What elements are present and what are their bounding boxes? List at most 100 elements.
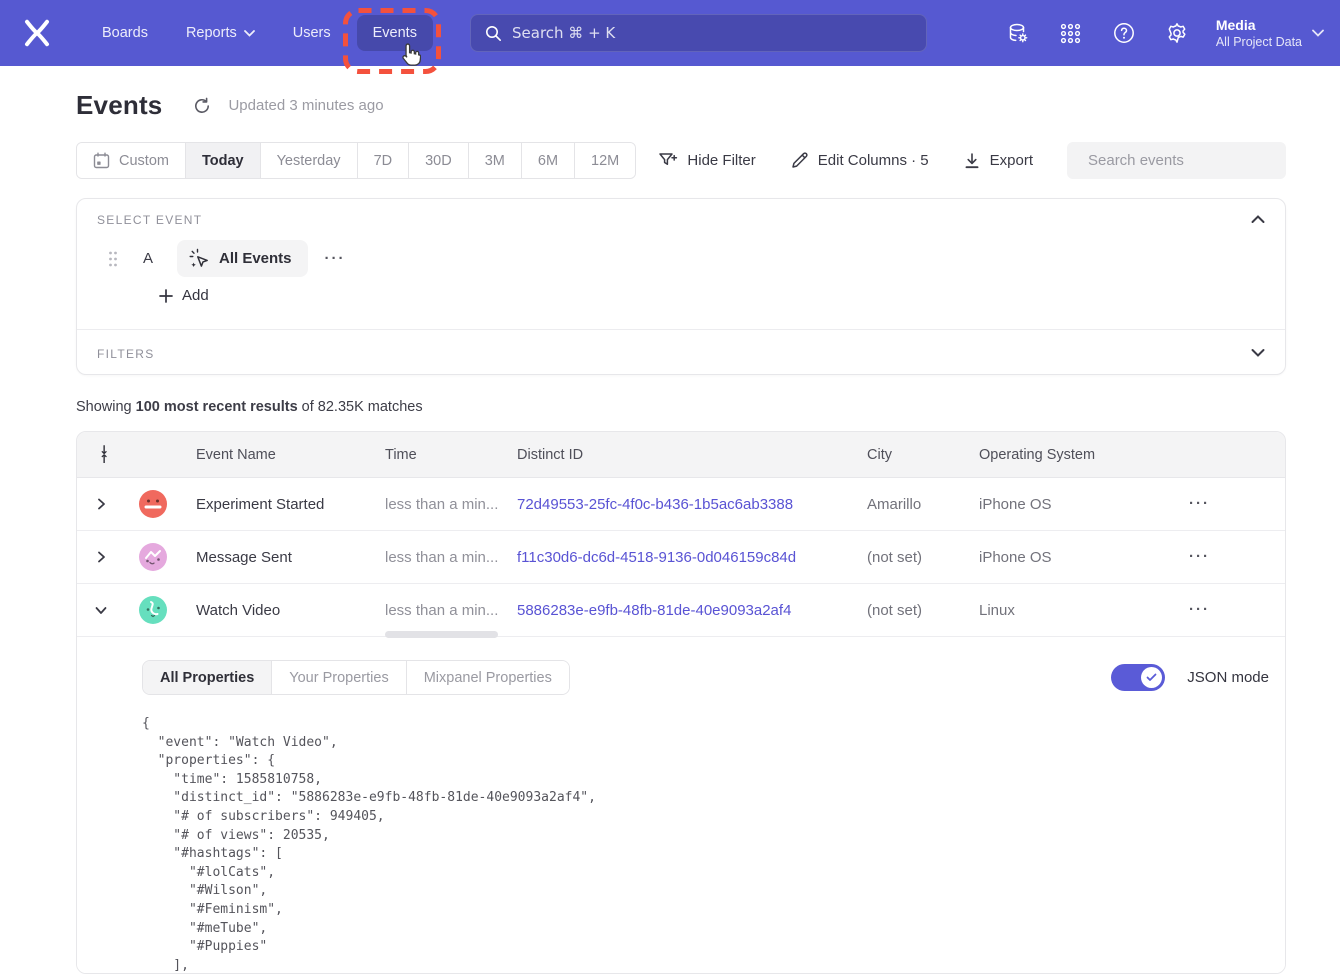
- table-row[interactable]: Experiment Started less than a min... 72…: [77, 478, 1285, 531]
- mixpanel-logo[interactable]: [22, 18, 52, 48]
- nav-item-boards[interactable]: Boards: [90, 15, 160, 51]
- distinct-id-link[interactable]: 5886283e-e9fb-48fb-81de-40e9093a2af4: [517, 602, 791, 619]
- time-cell: less than a min...: [371, 602, 501, 619]
- search-events-input[interactable]: [1088, 152, 1287, 169]
- page-header: Events Updated 3 minutes ago: [76, 90, 384, 121]
- table-row[interactable]: Message Sent less than a min... f11c30d6…: [77, 531, 1285, 584]
- toolbar: Custom Today Yesterday 7D 30D 3M 6M 12M …: [76, 142, 1286, 179]
- col-event-name: Event Name: [181, 447, 371, 463]
- filters-label: FILTERS: [97, 347, 155, 361]
- help-button[interactable]: [1112, 21, 1136, 45]
- distinct-id-link[interactable]: f11c30d6-dc6d-4518-9136-0d046159c84d: [517, 549, 796, 566]
- json-line: "#Feminism",: [142, 901, 596, 920]
- apps-grid-icon: [1059, 22, 1082, 45]
- chevron-right-icon: [95, 551, 107, 563]
- hide-filter-button[interactable]: Hide Filter: [658, 151, 755, 170]
- arrow-up-glyph: ↑: [99, 455, 125, 464]
- expand-row-button[interactable]: [77, 498, 125, 510]
- drag-handle-icon[interactable]: [107, 250, 119, 268]
- city-cell: (not set): [851, 549, 963, 566]
- collapse-expand-all-button[interactable]: ↓ ↑: [77, 446, 125, 464]
- col-distinct-id: Distinct ID: [501, 447, 851, 463]
- horizontal-scrollbar[interactable]: [385, 631, 498, 638]
- hide-filter-label: Hide Filter: [687, 152, 755, 169]
- global-search-input[interactable]: [512, 24, 912, 42]
- nav-item-users[interactable]: Users: [281, 15, 343, 51]
- json-line: "#meTube",: [142, 920, 596, 939]
- expand-row-button[interactable]: [77, 551, 125, 563]
- distinct-id-link[interactable]: 72d49553-25fc-4f0c-b436-1b5ac6ab3388: [517, 496, 793, 513]
- json-line: ],: [142, 957, 596, 974]
- nav-item-reports[interactable]: Reports: [174, 15, 267, 51]
- filters-section[interactable]: FILTERS: [77, 329, 1285, 375]
- plus-icon: [159, 289, 173, 303]
- project-name: Media: [1216, 16, 1302, 34]
- chevron-down-icon: [95, 604, 107, 616]
- search-events-box[interactable]: [1067, 142, 1286, 179]
- range-custom-button[interactable]: Custom: [77, 143, 185, 178]
- range-6m-button[interactable]: 6M: [521, 143, 574, 178]
- navbar-right-cluster: Media All Project Data: [1006, 0, 1324, 66]
- date-range-selector: Custom Today Yesterday 7D 30D 3M 6M 12M: [76, 142, 636, 179]
- distinct-id-cell: f11c30d6-dc6d-4518-9136-0d046159c84d: [501, 549, 851, 566]
- json-line: "#hashtags": [: [142, 845, 596, 864]
- help-icon: [1112, 21, 1136, 45]
- avatar-face-icon: [139, 596, 167, 624]
- row-more-button[interactable]: ···: [1189, 601, 1210, 618]
- add-event-button[interactable]: Add: [159, 287, 209, 304]
- data-management-button[interactable]: [1006, 21, 1030, 45]
- chevron-down-icon[interactable]: [1251, 346, 1265, 360]
- row-more-button[interactable]: ···: [1189, 548, 1210, 565]
- tab-mixpanel-properties[interactable]: Mixpanel Properties: [406, 661, 569, 694]
- refresh-icon: [192, 96, 212, 116]
- json-line: "event": "Watch Video",: [142, 734, 596, 753]
- database-gear-icon: [1006, 21, 1030, 45]
- json-line: "distinct_id": "5886283e-e9fb-48fb-81de-…: [142, 789, 596, 808]
- gear-icon: [1165, 21, 1189, 45]
- json-mode-toggle[interactable]: [1111, 664, 1165, 691]
- range-12m-button[interactable]: 12M: [574, 143, 635, 178]
- json-code-block: { "event": "Watch Video", "properties": …: [142, 715, 596, 974]
- selected-event-label: All Events: [219, 250, 292, 267]
- filter-funnel-icon: [658, 151, 678, 170]
- collapse-row-button[interactable]: [77, 604, 125, 616]
- page-title: Events: [76, 90, 162, 121]
- pencil-icon: [790, 151, 809, 170]
- event-selector-chip[interactable]: All Events: [177, 240, 308, 277]
- json-line: "#lolCats",: [142, 864, 596, 883]
- tab-all-properties[interactable]: All Properties: [143, 661, 271, 694]
- range-7d-button[interactable]: 7D: [357, 143, 409, 178]
- event-row-letter: A: [143, 250, 155, 267]
- range-3m-button[interactable]: 3M: [468, 143, 521, 178]
- nav-item-events[interactable]: Events: [357, 15, 433, 51]
- tab-your-properties[interactable]: Your Properties: [271, 661, 405, 694]
- range-today-button[interactable]: Today: [185, 143, 260, 178]
- event-more-button[interactable]: ···: [325, 250, 346, 267]
- export-button[interactable]: Export: [963, 152, 1033, 170]
- project-subtitle: All Project Data: [1216, 34, 1302, 50]
- chevron-right-icon: [95, 498, 107, 510]
- primary-nav: Boards Reports Users Events: [90, 15, 433, 51]
- settings-button[interactable]: [1165, 21, 1189, 45]
- events-table: ↓ ↑ Event Name Time Distinct ID City Ope…: [76, 431, 1286, 974]
- apps-grid-button[interactable]: [1059, 21, 1083, 45]
- refresh-button[interactable]: [192, 96, 212, 116]
- event-avatar: [139, 543, 167, 571]
- col-os: Operating System: [963, 447, 1173, 463]
- range-yesterday-button[interactable]: Yesterday: [260, 143, 357, 178]
- project-switcher[interactable]: Media All Project Data: [1216, 16, 1324, 50]
- row-more-button[interactable]: ···: [1189, 495, 1210, 512]
- range-30d-button[interactable]: 30D: [408, 143, 468, 178]
- event-query-row: A All Events ···: [77, 240, 346, 277]
- table-row-expanded[interactable]: Watch Video less than a min... 5886283e-…: [77, 584, 1285, 637]
- chevron-down-icon: [244, 30, 255, 37]
- row-actions-cell: ···: [1173, 548, 1285, 566]
- event-name-cell: Message Sent: [181, 549, 371, 566]
- edit-columns-button[interactable]: Edit Columns · 5: [790, 151, 929, 170]
- event-detail-panel: All Properties Your Properties Mixpanel …: [77, 637, 1285, 973]
- table-header-row: ↓ ↑ Event Name Time Distinct ID City Ope…: [77, 432, 1285, 478]
- chevron-up-icon[interactable]: [1251, 212, 1265, 226]
- global-search[interactable]: [470, 14, 927, 52]
- toolbar-right: Hide Filter Edit Columns · 5 Export: [658, 142, 1286, 179]
- event-avatar: [139, 596, 167, 624]
